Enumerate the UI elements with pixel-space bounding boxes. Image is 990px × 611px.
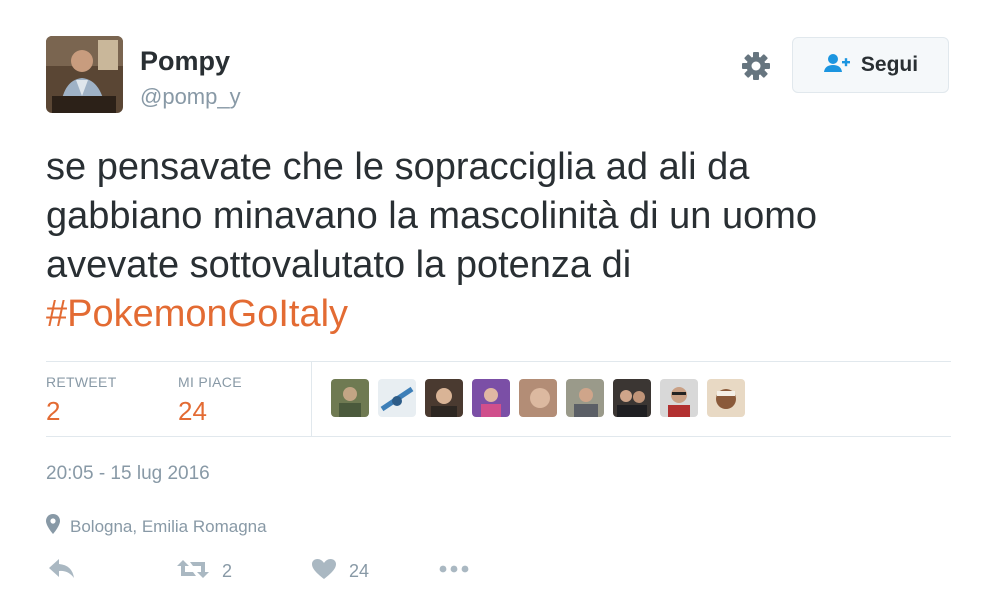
liker-avatar[interactable] — [566, 379, 604, 417]
likes-stat[interactable]: MI PIACE 24 — [178, 374, 242, 427]
retweets-count: 2 — [46, 396, 61, 426]
more-dots-icon — [438, 558, 470, 585]
add-user-icon — [823, 53, 851, 78]
divider — [46, 436, 951, 437]
likes-count: 24 — [178, 396, 207, 426]
tweet-text-line: se pensavate che le sopracciglia ad ali … — [46, 146, 750, 188]
user-handle[interactable]: @pomp_y — [140, 84, 241, 110]
retweet-button[interactable]: 2 — [176, 558, 232, 585]
more-button[interactable] — [438, 558, 470, 585]
retweet-count: 2 — [222, 561, 233, 581]
location-text: Bologna, Emilia Romagna — [70, 516, 267, 536]
tweet-timestamp[interactable]: 20:05 - 15 lug 2016 — [46, 463, 210, 485]
liker-avatar[interactable] — [519, 379, 557, 417]
liker-avatar[interactable] — [378, 379, 416, 417]
map-pin-icon — [46, 514, 60, 539]
divider — [46, 361, 951, 362]
retweets-stat[interactable]: RETWEET 2 — [46, 374, 117, 427]
liker-avatar[interactable] — [707, 379, 745, 417]
liker-avatar[interactable] — [613, 379, 651, 417]
like-count: 24 — [349, 561, 370, 581]
follow-button-label: Segui — [860, 53, 919, 76]
tweet-text: se pensavate che le sopracciglia ad ali … — [46, 143, 956, 339]
follow-button[interactable]: Segui — [792, 37, 949, 93]
avatar[interactable] — [46, 36, 123, 113]
liker-avatar[interactable] — [660, 379, 698, 417]
liker-avatar[interactable] — [472, 379, 510, 417]
display-name[interactable]: Pompy — [140, 46, 230, 77]
reply-button[interactable] — [48, 558, 76, 585]
stats-separator — [311, 362, 312, 436]
like-button[interactable]: 24 — [311, 558, 369, 585]
retweet-icon — [176, 558, 210, 585]
retweets-label: RETWEET — [46, 374, 117, 390]
reply-icon — [48, 558, 76, 585]
heart-icon — [311, 558, 337, 585]
liker-avatars — [331, 379, 745, 417]
tweet-card: Pompy @pomp_y Segui se pensavate che le … — [0, 0, 990, 611]
tweet-location[interactable]: Bologna, Emilia Romagna — [46, 514, 267, 539]
liker-avatar[interactable] — [425, 379, 463, 417]
tweet-text-line: avevate sottovalutato la potenza di — [46, 244, 632, 286]
tweet-text-line: gabbiano minavano la mascolinità di un u… — [46, 195, 818, 237]
hashtag-link[interactable]: #PokemonGoItaly — [46, 290, 956, 339]
liker-avatar[interactable] — [331, 379, 369, 417]
likes-label: MI PIACE — [178, 374, 242, 390]
gear-icon[interactable] — [739, 49, 773, 83]
